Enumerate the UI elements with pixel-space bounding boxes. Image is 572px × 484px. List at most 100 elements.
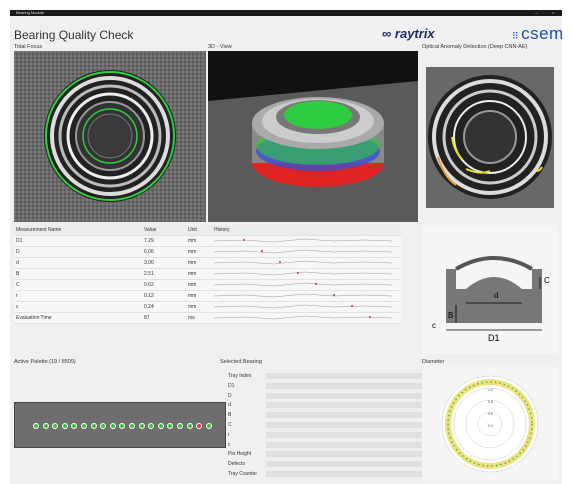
palette-dot-ok[interactable]	[205, 423, 212, 429]
selected-key: Defects	[228, 461, 245, 468]
selected-row: Tray Counter8,506	[220, 469, 450, 479]
selected-label: Selected Bearing	[220, 359, 262, 365]
cell-unit: ms	[186, 312, 212, 324]
csem-logo: ⠿ csem	[512, 24, 564, 44]
selected-row: D6.01	[220, 391, 450, 401]
palette-dot-ok[interactable]	[90, 423, 97, 429]
palette-dot-ok[interactable]	[61, 423, 68, 429]
palette-dots	[15, 403, 227, 449]
cell-name: d	[14, 257, 142, 269]
csem-logo-text: csem	[521, 24, 564, 43]
selected-value-field	[266, 422, 442, 428]
history-sparkline	[212, 290, 401, 302]
infinity-icon: ∞	[382, 26, 392, 41]
selected-value-field	[266, 382, 442, 389]
total-focus-image[interactable]	[14, 51, 206, 222]
selected-row: Tray Index2	[220, 371, 450, 381]
cell-name: r	[14, 290, 142, 302]
selected-key: D1	[228, 382, 235, 389]
selected-key: d	[228, 402, 231, 409]
dim-D1: D1	[488, 333, 500, 343]
palette-dot-ok[interactable]	[71, 423, 78, 429]
app-window: Bearing Quality Check ∞ raytrix ⠿ csem To…	[10, 16, 564, 484]
table-row[interactable]: r 0.12 mm	[14, 290, 401, 302]
table-row[interactable]: d 3.00 mm	[14, 257, 401, 269]
history-sparkline	[212, 257, 401, 269]
raytrix-logo-text: raytrix	[394, 26, 435, 41]
cell-unit: mm	[186, 301, 212, 313]
anomaly-image[interactable]	[426, 67, 554, 208]
table-row[interactable]: C 0.62 mm	[14, 279, 401, 291]
palette-dot-ok[interactable]	[109, 423, 116, 429]
cell-name: c	[14, 301, 142, 313]
selected-value-field	[266, 373, 442, 379]
cell-name: C	[14, 279, 142, 291]
history-sparkline	[212, 279, 401, 291]
palette-dot-ok[interactable]	[129, 423, 135, 429]
selected-row: D17.29	[220, 381, 450, 391]
cell-name: D1	[14, 235, 142, 247]
selected-row: Pin Height1.73	[220, 449, 450, 459]
table-row[interactable]: B 2.51 mm	[14, 268, 401, 280]
table-row[interactable]: D1 7.29 mm	[14, 235, 401, 247]
selected-key: Pin Height	[228, 451, 252, 458]
table-row[interactable]: Evaluation Time 87 ms	[14, 312, 401, 324]
selected-key: D	[228, 392, 232, 399]
selected-key: Tray Counter	[228, 471, 257, 477]
selected-value-field	[266, 461, 442, 468]
history-sparkline	[212, 312, 401, 324]
palette-dot-ok[interactable]	[119, 423, 126, 429]
anomaly-label: Optical Anomaly Detection (Deep CNN-AE)	[422, 44, 528, 50]
view3d-canvas[interactable]	[208, 51, 418, 222]
table-row[interactable]: D 6.06 mm	[14, 246, 401, 258]
palette-dot-ok[interactable]	[157, 423, 164, 429]
page-title: Bearing Quality Check	[14, 28, 134, 42]
palette-tray[interactable]	[14, 402, 226, 448]
selected-value-field	[266, 471, 442, 477]
col-header-name[interactable]: Measurement Name	[14, 225, 142, 236]
col-header-value[interactable]: Value	[142, 225, 186, 236]
dim-d: d	[494, 291, 498, 300]
dots-icon: ⠿	[512, 31, 520, 41]
cell-unit: mm	[186, 290, 212, 302]
cell-value: 7.29	[142, 235, 186, 247]
tick-3: 0.6	[488, 412, 493, 416]
palette-dot-ok[interactable]	[52, 423, 59, 429]
polar-svg: 1.0 0.8 0.6 0.4	[441, 375, 539, 473]
col-header-unit[interactable]: Unit	[186, 225, 212, 236]
cell-value: 3.00	[142, 257, 186, 269]
selected-key: r	[228, 431, 230, 438]
palette-dot-ok[interactable]	[81, 423, 87, 429]
palette-dot-defect[interactable]	[196, 423, 203, 429]
selected-key: B	[228, 412, 232, 419]
tick-2: 0.8	[488, 400, 493, 404]
diameter-label: Diameter	[422, 359, 445, 365]
tick-4: 0.4	[488, 424, 493, 428]
palette-dot-ok[interactable]	[33, 423, 39, 429]
dim-B: B	[448, 311, 453, 320]
tick-1: 1.0	[488, 388, 493, 392]
history-sparkline	[212, 268, 401, 280]
table-row[interactable]: c 0.24 mm	[14, 301, 401, 313]
palette-dot-ok[interactable]	[186, 423, 193, 429]
selected-value-field	[266, 431, 442, 438]
palette-dot-ok[interactable]	[42, 423, 49, 429]
schematic-svg: d D1 B C c	[432, 256, 550, 343]
palette-dot-ok[interactable]	[100, 423, 107, 429]
selected-row: d3.00	[220, 400, 450, 410]
cell-name: B	[14, 268, 142, 280]
cell-value: 0.12	[142, 290, 186, 302]
cell-unit: mm	[186, 268, 212, 280]
view3d-label: 3D - View	[208, 44, 232, 50]
history-sparkline	[212, 246, 401, 258]
palette-dot-ok[interactable]	[167, 423, 174, 429]
cell-unit: mm	[186, 235, 212, 247]
raytrix-logo: ∞ raytrix	[382, 26, 435, 41]
palette-dot-ok[interactable]	[138, 423, 145, 429]
cell-unit: mm	[186, 246, 212, 258]
diameter-chart: 1.0 0.8 0.6 0.4	[422, 367, 558, 481]
palette-dot-ok[interactable]	[177, 423, 183, 429]
selected-value-field	[266, 392, 442, 399]
selected-key: Tray Index	[228, 373, 252, 379]
palette-dot-ok[interactable]	[148, 423, 155, 429]
